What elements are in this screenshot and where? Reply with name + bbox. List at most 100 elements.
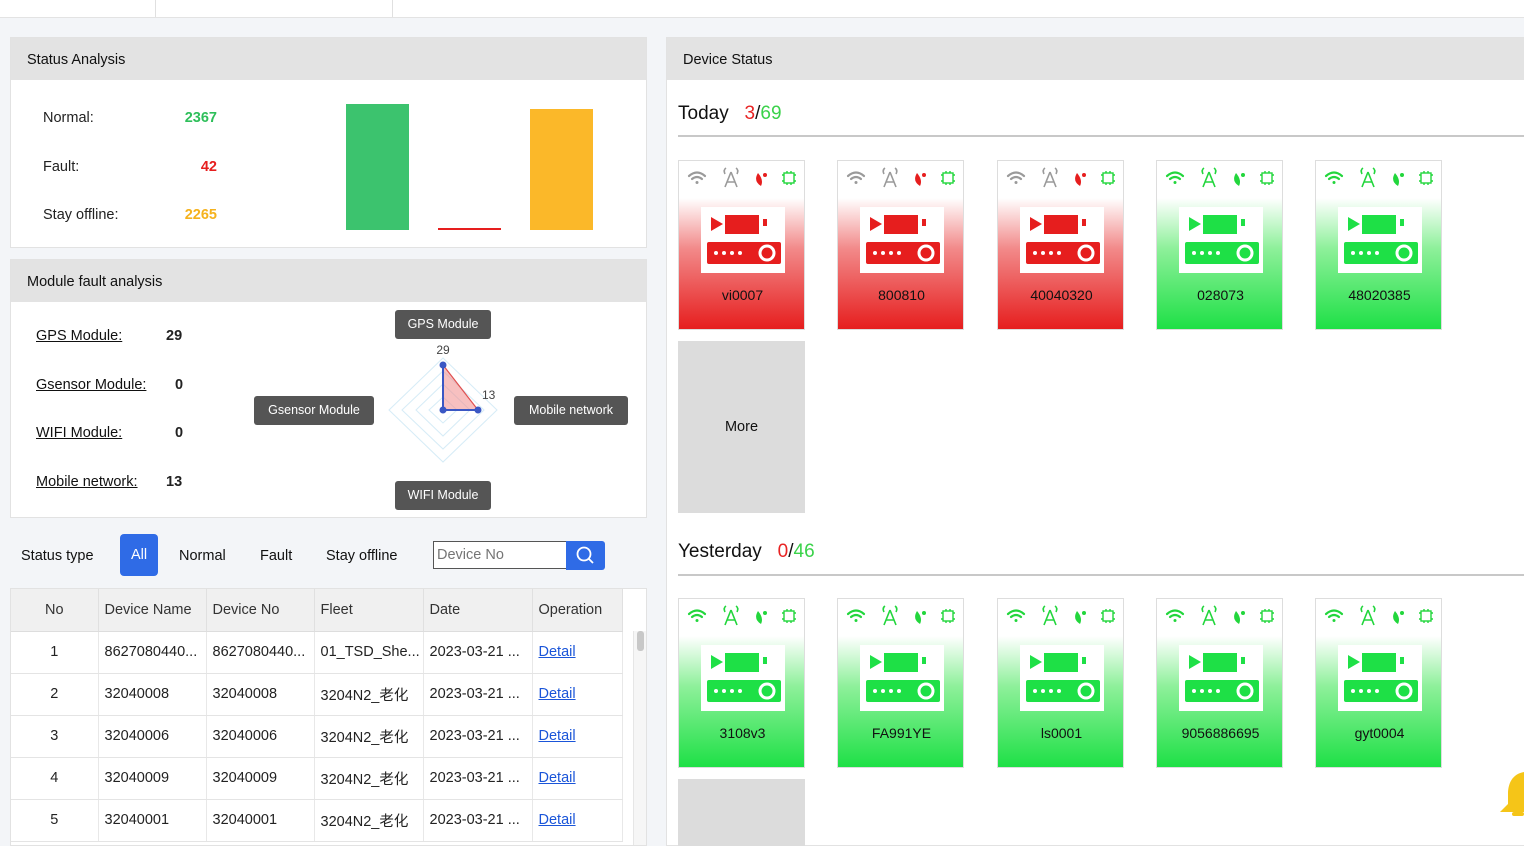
device-name: 48020385 bbox=[1348, 287, 1411, 303]
table-row: 5 32040001 32040001 3204N2_老化 2023-03-21… bbox=[11, 799, 623, 842]
filter-offline-button[interactable]: Stay offline bbox=[326, 548, 397, 564]
wifi-icon bbox=[687, 171, 707, 184]
status-icons bbox=[1324, 167, 1433, 188]
wifi-icon bbox=[1324, 609, 1344, 622]
offline-label: Stay offline: bbox=[43, 207, 119, 223]
fault-label: Fault: bbox=[43, 159, 80, 175]
wifi-icon bbox=[846, 609, 866, 622]
col-date: Date bbox=[423, 589, 533, 632]
device-image bbox=[1020, 207, 1104, 273]
device-card[interactable]: 028073 bbox=[1156, 160, 1283, 330]
signal-tower-icon bbox=[1201, 605, 1217, 626]
detail-link[interactable]: Detail bbox=[539, 770, 576, 786]
dashcam-device-icon bbox=[860, 645, 944, 711]
status-icons bbox=[846, 167, 955, 188]
radar-label-wifi: WIFI Module bbox=[395, 481, 491, 510]
row-date: 2023-03-21 ... bbox=[423, 799, 533, 842]
device-name: ls0001 bbox=[1040, 725, 1083, 741]
device-status-icons bbox=[838, 167, 963, 191]
status-icons bbox=[1324, 605, 1433, 626]
status-type-label: Status type bbox=[21, 548, 94, 564]
device-status-icons bbox=[998, 167, 1123, 191]
device-no-search-input[interactable] bbox=[433, 541, 567, 569]
yesterday-label: Yesterday bbox=[678, 541, 762, 562]
status-icons bbox=[1165, 605, 1274, 626]
row-fleet: 3204N2_老化 bbox=[314, 757, 424, 800]
yesterday-heading: Yesterday 0/46 bbox=[678, 541, 815, 563]
detail-link[interactable]: Detail bbox=[539, 686, 576, 702]
radar-point-center bbox=[439, 406, 447, 414]
dashcam-device-icon bbox=[1179, 207, 1263, 273]
device-status-icons bbox=[998, 605, 1123, 629]
row-date: 2023-03-21 ... bbox=[423, 631, 533, 674]
mobile-network-link[interactable]: Mobile network: bbox=[36, 474, 138, 490]
filter-fault-button[interactable]: Fault bbox=[260, 548, 292, 564]
row-date: 2023-03-21 ... bbox=[423, 715, 533, 758]
device-status-icons bbox=[1316, 605, 1441, 629]
table-scroll-thumb[interactable] bbox=[637, 631, 644, 651]
row-no: 3 bbox=[11, 715, 99, 758]
device-card[interactable]: ls0001 bbox=[997, 598, 1124, 768]
wifi-module-link[interactable]: WIFI Module: bbox=[36, 425, 122, 441]
radar-chart: 29 13 bbox=[388, 343, 498, 463]
device-image bbox=[701, 645, 785, 711]
today-label: Today bbox=[678, 103, 729, 124]
device-status-icons bbox=[1157, 167, 1282, 191]
device-name: 9056886695 bbox=[1181, 725, 1260, 741]
device-card[interactable]: 3108v3 bbox=[678, 598, 805, 768]
more-button-yesterday[interactable] bbox=[678, 779, 805, 846]
device-card[interactable]: gyt0004 bbox=[1315, 598, 1442, 768]
device-card[interactable]: 9056886695 bbox=[1156, 598, 1283, 768]
gsensor-chip-icon bbox=[1419, 171, 1433, 185]
bell-icon[interactable] bbox=[1498, 770, 1524, 818]
row-no: 2 bbox=[11, 673, 99, 716]
device-card[interactable]: 48020385 bbox=[1315, 160, 1442, 330]
dashcam-device-icon bbox=[701, 645, 785, 711]
search-button[interactable] bbox=[566, 541, 605, 570]
gps-dish-icon bbox=[756, 173, 767, 186]
signal-tower-icon bbox=[882, 605, 898, 626]
more-button[interactable]: More bbox=[678, 341, 805, 513]
gps-module-link[interactable]: GPS Module: bbox=[36, 328, 122, 344]
tab-divider bbox=[155, 0, 156, 17]
col-device-no: Device No bbox=[206, 589, 315, 632]
device-name: 3108v3 bbox=[719, 725, 766, 741]
device-name: vi0007 bbox=[721, 287, 764, 303]
detail-link[interactable]: Detail bbox=[539, 644, 576, 660]
dashcam-device-icon bbox=[1338, 207, 1422, 273]
gsensor-module-link[interactable]: Gsensor Module: bbox=[36, 377, 146, 393]
radar-label-gps: GPS Module bbox=[395, 310, 491, 339]
col-operation: Operation bbox=[532, 589, 623, 632]
gsensor-chip-icon bbox=[1419, 609, 1433, 623]
radar-label-gsensor: Gsensor Module bbox=[254, 396, 374, 425]
filter-normal-button[interactable]: Normal bbox=[179, 548, 226, 564]
device-status-icons bbox=[679, 167, 804, 191]
tab-divider bbox=[392, 0, 393, 17]
status-icons bbox=[1165, 167, 1274, 188]
gsensor-chip-icon bbox=[1260, 171, 1274, 185]
device-card[interactable]: 800810 bbox=[837, 160, 964, 330]
status-analysis-title: Status Analysis bbox=[11, 38, 646, 80]
filter-all-button[interactable]: All bbox=[120, 534, 158, 576]
status-icons bbox=[1006, 167, 1115, 188]
detail-link[interactable]: Detail bbox=[539, 812, 576, 828]
row-device-no: 32040009 bbox=[206, 757, 315, 800]
gps-dish-icon bbox=[915, 611, 926, 624]
device-name: 028073 bbox=[1197, 287, 1244, 303]
today-total-count: 69 bbox=[760, 103, 782, 124]
row-device-name: 32040006 bbox=[98, 715, 207, 758]
device-status-title: Device Status bbox=[667, 38, 1524, 80]
signal-tower-icon bbox=[1360, 167, 1376, 188]
radar-point-gps bbox=[439, 361, 447, 369]
device-card[interactable]: vi0007 bbox=[678, 160, 805, 330]
device-card[interactable]: 40040320 bbox=[997, 160, 1124, 330]
col-device-name: Device Name bbox=[98, 589, 207, 632]
dashcam-device-icon bbox=[1020, 207, 1104, 273]
table-scrollbar[interactable] bbox=[633, 631, 646, 845]
device-image bbox=[1179, 645, 1263, 711]
detail-link[interactable]: Detail bbox=[539, 728, 576, 744]
dashcam-device-icon bbox=[701, 207, 785, 273]
wifi-icon bbox=[1324, 171, 1344, 184]
device-card[interactable]: FA991YE bbox=[837, 598, 964, 768]
dashcam-device-icon bbox=[860, 207, 944, 273]
